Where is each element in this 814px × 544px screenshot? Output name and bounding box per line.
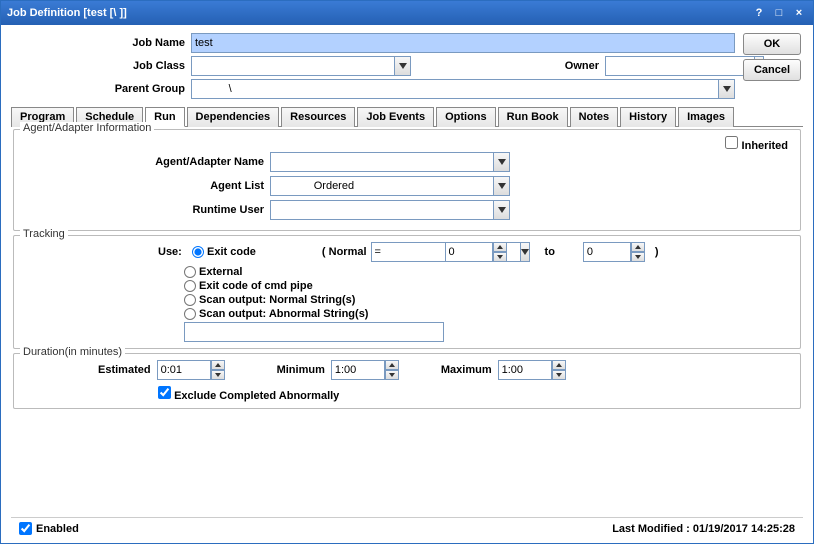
to-label: to xyxy=(545,246,555,258)
parent-group-input[interactable] xyxy=(191,79,719,99)
use-label: Use: xyxy=(158,246,184,258)
estimated-input[interactable] xyxy=(157,360,211,380)
job-definition-window: Job Definition [test [\ ]] ? □ × Job Nam… xyxy=(0,0,814,544)
agent-list-label: Agent List xyxy=(18,180,270,192)
ok-button[interactable]: OK xyxy=(743,33,801,55)
agent-legend: Agent/Adapter Information xyxy=(20,122,154,134)
job-name-label: Job Name xyxy=(11,37,191,49)
job-class-dropdown-icon[interactable] xyxy=(395,56,411,76)
max-down-icon[interactable] xyxy=(552,370,566,380)
max-up-icon[interactable] xyxy=(552,360,566,370)
radio-exit-cmd[interactable] xyxy=(184,280,196,292)
radio-exit-code[interactable] xyxy=(192,246,204,258)
radio-external[interactable] xyxy=(184,266,196,278)
close-icon[interactable]: × xyxy=(791,5,807,21)
footer: Enabled Last Modified : 01/19/2017 14:25… xyxy=(11,517,803,539)
tab-run-book[interactable]: Run Book xyxy=(498,107,568,127)
tab-dependencies[interactable]: Dependencies xyxy=(187,107,280,127)
tracking-fieldset: Tracking Use: Exit code ( Normal xyxy=(13,235,801,349)
est-up-icon[interactable] xyxy=(211,360,225,370)
tab-resources[interactable]: Resources xyxy=(281,107,355,127)
run-tab-panel: Agent/Adapter Information Inherited Agen… xyxy=(11,127,803,517)
tab-history[interactable]: History xyxy=(620,107,676,127)
normal-to-input[interactable] xyxy=(583,242,631,262)
tracking-legend: Tracking xyxy=(20,228,68,240)
agent-list-dropdown-icon[interactable] xyxy=(494,176,510,196)
normal-op-dropdown-icon[interactable] xyxy=(521,242,530,262)
job-class-label: Job Class xyxy=(11,60,191,72)
window-title: Job Definition [test [\ ]] xyxy=(7,7,747,19)
normal-label: ( Normal xyxy=(322,246,367,258)
normal-close: ) xyxy=(649,246,659,258)
runtime-user-dropdown-icon[interactable] xyxy=(494,200,510,220)
radio-scan-abnormal[interactable] xyxy=(184,308,196,320)
titlebar: Job Definition [test [\ ]] ? □ × xyxy=(1,1,813,25)
parent-group-label: Parent Group xyxy=(11,83,191,95)
duration-fieldset: Duration(in minutes) Estimated Minimum xyxy=(13,353,801,409)
from-down-icon[interactable] xyxy=(493,252,507,262)
owner-label: Owner xyxy=(559,60,605,72)
exclude-row: Exclude Completed Abnormally xyxy=(18,386,796,402)
agent-list-input[interactable] xyxy=(270,176,494,196)
owner-input[interactable] xyxy=(605,56,755,76)
tab-images[interactable]: Images xyxy=(678,107,734,127)
maximize-icon[interactable]: □ xyxy=(771,5,787,21)
from-up-icon[interactable] xyxy=(493,242,507,252)
agent-name-input[interactable] xyxy=(270,152,494,172)
inherited-check[interactable]: Inherited xyxy=(725,136,788,152)
estimated-label: Estimated xyxy=(98,364,151,376)
to-down-icon[interactable] xyxy=(631,252,645,262)
job-name-input[interactable] xyxy=(191,33,735,53)
parent-group-dropdown-icon[interactable] xyxy=(719,79,735,99)
enabled-label: Enabled xyxy=(36,523,79,535)
runtime-user-input[interactable] xyxy=(270,200,494,220)
last-modified-label: Last Modified : 01/19/2017 14:25:28 xyxy=(612,523,795,535)
radio-scan-normal[interactable] xyxy=(184,294,196,306)
job-class-input[interactable] xyxy=(191,56,395,76)
normal-from-input[interactable] xyxy=(445,242,493,262)
tab-options[interactable]: Options xyxy=(436,107,496,127)
cancel-button[interactable]: Cancel xyxy=(743,59,801,81)
agent-name-label: Agent/Adapter Name xyxy=(18,156,270,168)
minimum-input[interactable] xyxy=(331,360,385,380)
runtime-user-label: Runtime User xyxy=(18,204,270,216)
agent-fieldset: Agent/Adapter Information Inherited Agen… xyxy=(13,129,801,231)
maximum-label: Maximum xyxy=(441,364,492,376)
min-up-icon[interactable] xyxy=(385,360,399,370)
help-icon[interactable]: ? xyxy=(751,5,767,21)
to-up-icon[interactable] xyxy=(631,242,645,252)
inherited-checkbox[interactable] xyxy=(725,136,738,149)
min-down-icon[interactable] xyxy=(385,370,399,380)
duration-legend: Duration(in minutes) xyxy=(20,346,125,358)
est-down-icon[interactable] xyxy=(211,370,225,380)
maximum-input[interactable] xyxy=(498,360,552,380)
enabled-checkbox[interactable] xyxy=(19,522,32,535)
agent-name-dropdown-icon[interactable] xyxy=(494,152,510,172)
exclude-checkbox[interactable] xyxy=(158,386,171,399)
scan-output-input[interactable] xyxy=(184,322,444,342)
minimum-label: Minimum xyxy=(277,364,325,376)
tab-job-events[interactable]: Job Events xyxy=(357,107,434,127)
tab-notes[interactable]: Notes xyxy=(570,107,619,127)
